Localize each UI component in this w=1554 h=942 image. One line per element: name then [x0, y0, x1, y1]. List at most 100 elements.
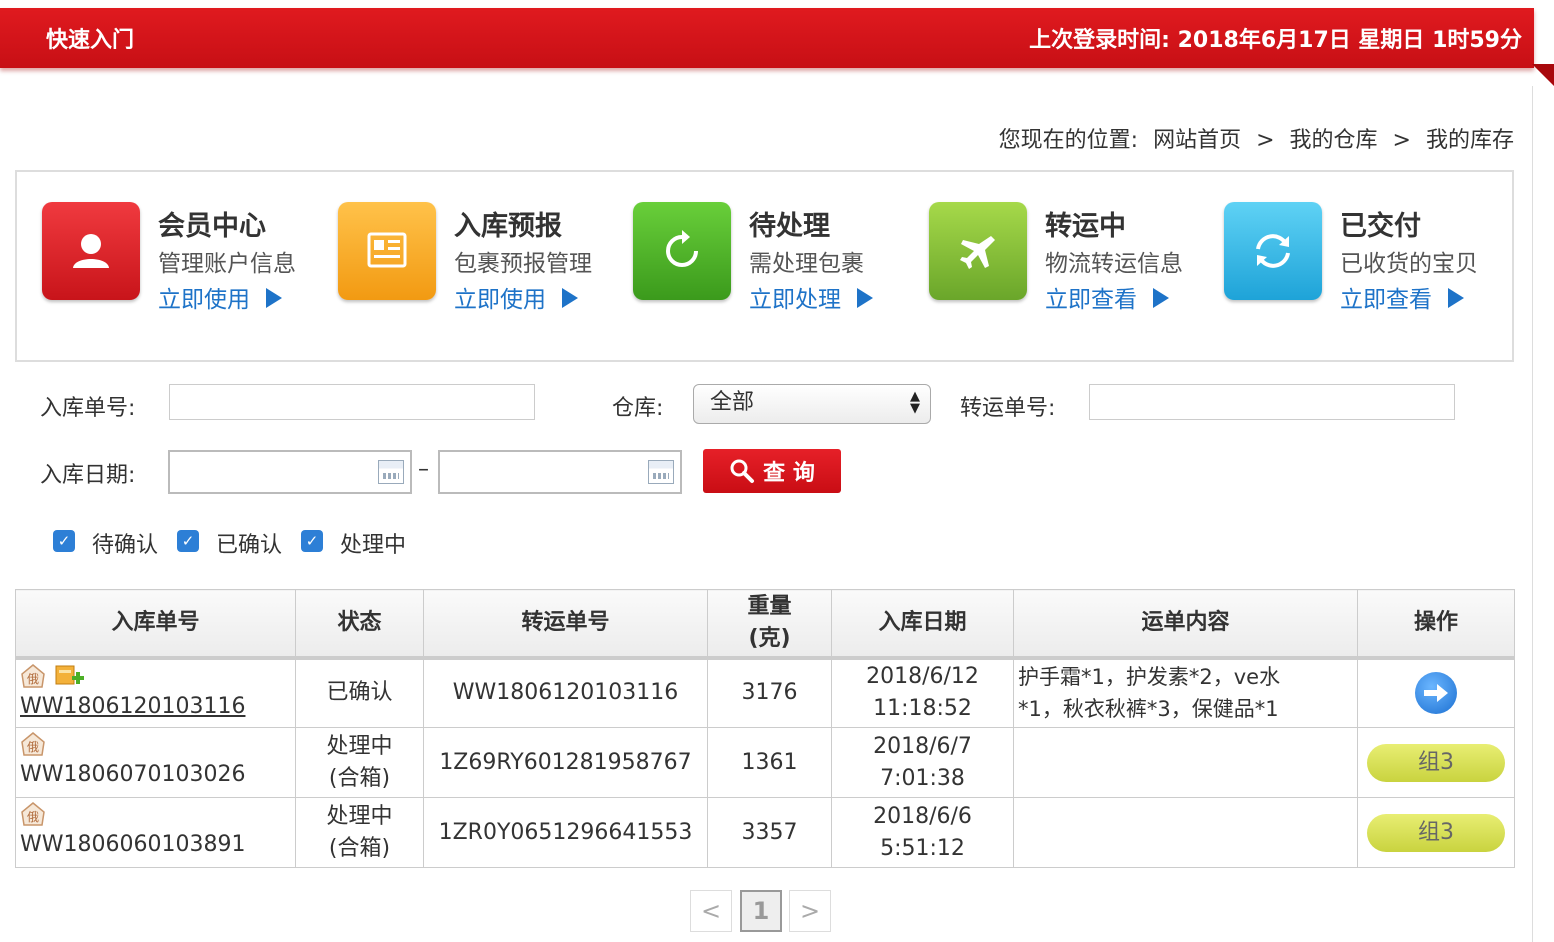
- warehouse-label: 仓库:: [612, 396, 664, 421]
- filter-processing-checkbox[interactable]: ✓: [301, 530, 323, 552]
- date-from-field[interactable]: [168, 450, 412, 494]
- calendar-icon[interactable]: [648, 460, 674, 484]
- inbound-no-text: WW1806070103026: [20, 762, 246, 787]
- status-sub-text: (合箱): [328, 765, 391, 791]
- status-text: 处理中: [326, 733, 393, 759]
- add-package-icon[interactable]: [54, 662, 86, 690]
- pagination-current-page[interactable]: 1: [740, 890, 782, 932]
- quick-start-title[interactable]: 快速入门: [46, 22, 134, 54]
- date-text: 2018/6/6: [873, 803, 972, 829]
- breadcrumb-inventory[interactable]: 我的库存: [1426, 128, 1514, 153]
- col-weight: 重量 (克): [707, 589, 832, 660]
- right-divider: [1532, 86, 1533, 942]
- transfer-no-input-wrap: [1089, 384, 1455, 420]
- cell-inbound-no: 俄 WW1806070103026: [15, 727, 296, 798]
- col-inbound-no: 入库单号: [15, 589, 296, 660]
- cell-inbound-no: 俄 WW1806120103116: [15, 657, 296, 728]
- play-arrow-icon[interactable]: [562, 288, 578, 308]
- query-button-label: 查 询: [763, 461, 815, 486]
- select-updown-icon: ▲ ▼: [910, 389, 920, 416]
- airplane-icon[interactable]: [929, 202, 1027, 300]
- group-badge-button[interactable]: 组3: [1367, 813, 1505, 852]
- entry-action-link[interactable]: 立即处理: [749, 280, 873, 314]
- arrow-right-icon[interactable]: [1415, 672, 1457, 715]
- entry-desc: 物流转运信息: [1045, 251, 1183, 277]
- breadcrumb: 您现在的位置: 网站首页 > 我的仓库 > 我的库存: [999, 122, 1514, 154]
- play-arrow-icon[interactable]: [266, 288, 282, 308]
- time-text: 7:01:38: [880, 765, 965, 791]
- cell-weight: 3176: [707, 657, 832, 728]
- entry-action-link[interactable]: 立即查看: [1045, 280, 1169, 314]
- top-margin: [0, 0, 1554, 8]
- cell-transfer-no: WW1806120103116: [423, 657, 708, 728]
- entry-action-label[interactable]: 立即使用: [158, 287, 250, 313]
- filter-pending-checkbox[interactable]: ✓: [53, 530, 75, 552]
- entry-title: 已交付: [1340, 211, 1421, 242]
- entry-action-label[interactable]: 立即查看: [1045, 287, 1137, 313]
- entry-in-transit: 转运中 物流转运信息 立即查看: [929, 200, 1219, 313]
- pagination-next-button[interactable]: >: [789, 890, 831, 932]
- ru-badge-icon: 俄: [21, 663, 45, 688]
- ru-badge-icon: 俄: [21, 802, 45, 826]
- user-icon[interactable]: [42, 202, 140, 300]
- entry-action-link[interactable]: 立即使用: [454, 280, 578, 314]
- refresh-icon[interactable]: [633, 202, 731, 300]
- entry-desc: 需处理包裹: [749, 251, 864, 277]
- pagination-prev-button[interactable]: <: [690, 890, 732, 932]
- cell-status: 处理中 (合箱): [295, 797, 424, 868]
- table-row: 俄 WW1806060103891 处理中 (合箱) 1ZR0Y06512966…: [15, 797, 1515, 868]
- entry-action-label[interactable]: 立即处理: [749, 287, 841, 313]
- entry-action-link[interactable]: 立即查看: [1340, 280, 1464, 314]
- status-text: 处理中: [326, 803, 393, 829]
- filter-confirmed-checkbox[interactable]: ✓: [177, 530, 199, 552]
- calendar-icon[interactable]: [378, 460, 404, 484]
- content-line: *1，秋衣秋裤*3，保健品*1: [1018, 697, 1279, 722]
- filter-processing-label[interactable]: 处理中: [340, 527, 406, 559]
- breadcrumb-home[interactable]: 网站首页: [1153, 128, 1241, 153]
- cell-transfer-no: 1ZR0Y0651296641553: [423, 797, 708, 868]
- cell-transfer-no: 1Z69RY601281958767: [423, 727, 708, 798]
- entry-member-center: 会员中心 管理账户信息 立即使用: [42, 200, 332, 313]
- inbound-no-input[interactable]: [170, 385, 534, 419]
- warehouse-select[interactable]: 全部 ▲ ▼: [693, 384, 931, 424]
- cell-content: [1013, 797, 1358, 868]
- entry-desc: 包裹预报管理: [454, 251, 592, 277]
- ru-badge-icon: 俄: [21, 732, 45, 756]
- cell-weight: 3357: [707, 797, 832, 868]
- entry-action-label[interactable]: 立即使用: [454, 287, 546, 313]
- breadcrumb-separator: >: [1256, 128, 1275, 153]
- entry-action-link[interactable]: 立即使用: [158, 280, 282, 314]
- entry-action-label[interactable]: 立即查看: [1340, 287, 1432, 313]
- col-transfer-no: 转运单号: [423, 589, 708, 660]
- sync-icon[interactable]: [1224, 202, 1322, 300]
- date-label: 入库日期:: [40, 463, 136, 488]
- quick-entry-panel: 会员中心 管理账户信息 立即使用 入库预报 包裹预报管理 立即使用 待处理 需处…: [15, 170, 1514, 362]
- table-row: 俄 WW1806070103026 处理中 (合箱) 1Z69RY6012819…: [15, 727, 1515, 798]
- table-row: 俄 WW1806120103116 已确认 WW1806120103116 31…: [15, 657, 1515, 728]
- time-text: 5:51:12: [880, 835, 965, 861]
- inbound-no-text: WW1806060103891: [20, 832, 246, 857]
- transfer-no-input[interactable]: [1090, 385, 1454, 419]
- group-badge-button[interactable]: 组3: [1367, 743, 1505, 782]
- entry-pending: 待处理 需处理包裹 立即处理: [633, 200, 923, 313]
- date-to-field[interactable]: [438, 450, 682, 494]
- inbound-no-link[interactable]: WW1806120103116: [20, 692, 295, 722]
- play-arrow-icon[interactable]: [1153, 288, 1169, 308]
- entry-title: 转运中: [1045, 211, 1126, 242]
- document-icon[interactable]: [338, 202, 436, 300]
- play-arrow-icon[interactable]: [1448, 288, 1464, 308]
- query-button[interactable]: 查 询: [703, 449, 841, 493]
- col-inbound-date: 入库日期: [831, 589, 1014, 660]
- date-range-separator: –: [418, 457, 429, 482]
- breadcrumb-warehouse[interactable]: 我的仓库: [1290, 128, 1378, 153]
- filter-confirmed-label[interactable]: 已确认: [216, 527, 282, 559]
- breadcrumb-separator: >: [1392, 128, 1411, 153]
- entry-delivered: 已交付 已收货的宝贝 立即查看: [1224, 200, 1514, 313]
- cell-inbound-date: 2018/6/7 7:01:38: [831, 727, 1014, 798]
- play-arrow-icon[interactable]: [857, 288, 873, 308]
- svg-text:俄: 俄: [27, 740, 39, 754]
- filter-pending-label[interactable]: 待确认: [92, 527, 158, 559]
- last-login-time: 上次登录时间: 2018年6月17日 星期日 1时59分: [1029, 28, 1522, 53]
- inbound-no-input-wrap: [169, 384, 535, 420]
- cell-inbound-date: 2018/6/6 5:51:12: [831, 797, 1014, 868]
